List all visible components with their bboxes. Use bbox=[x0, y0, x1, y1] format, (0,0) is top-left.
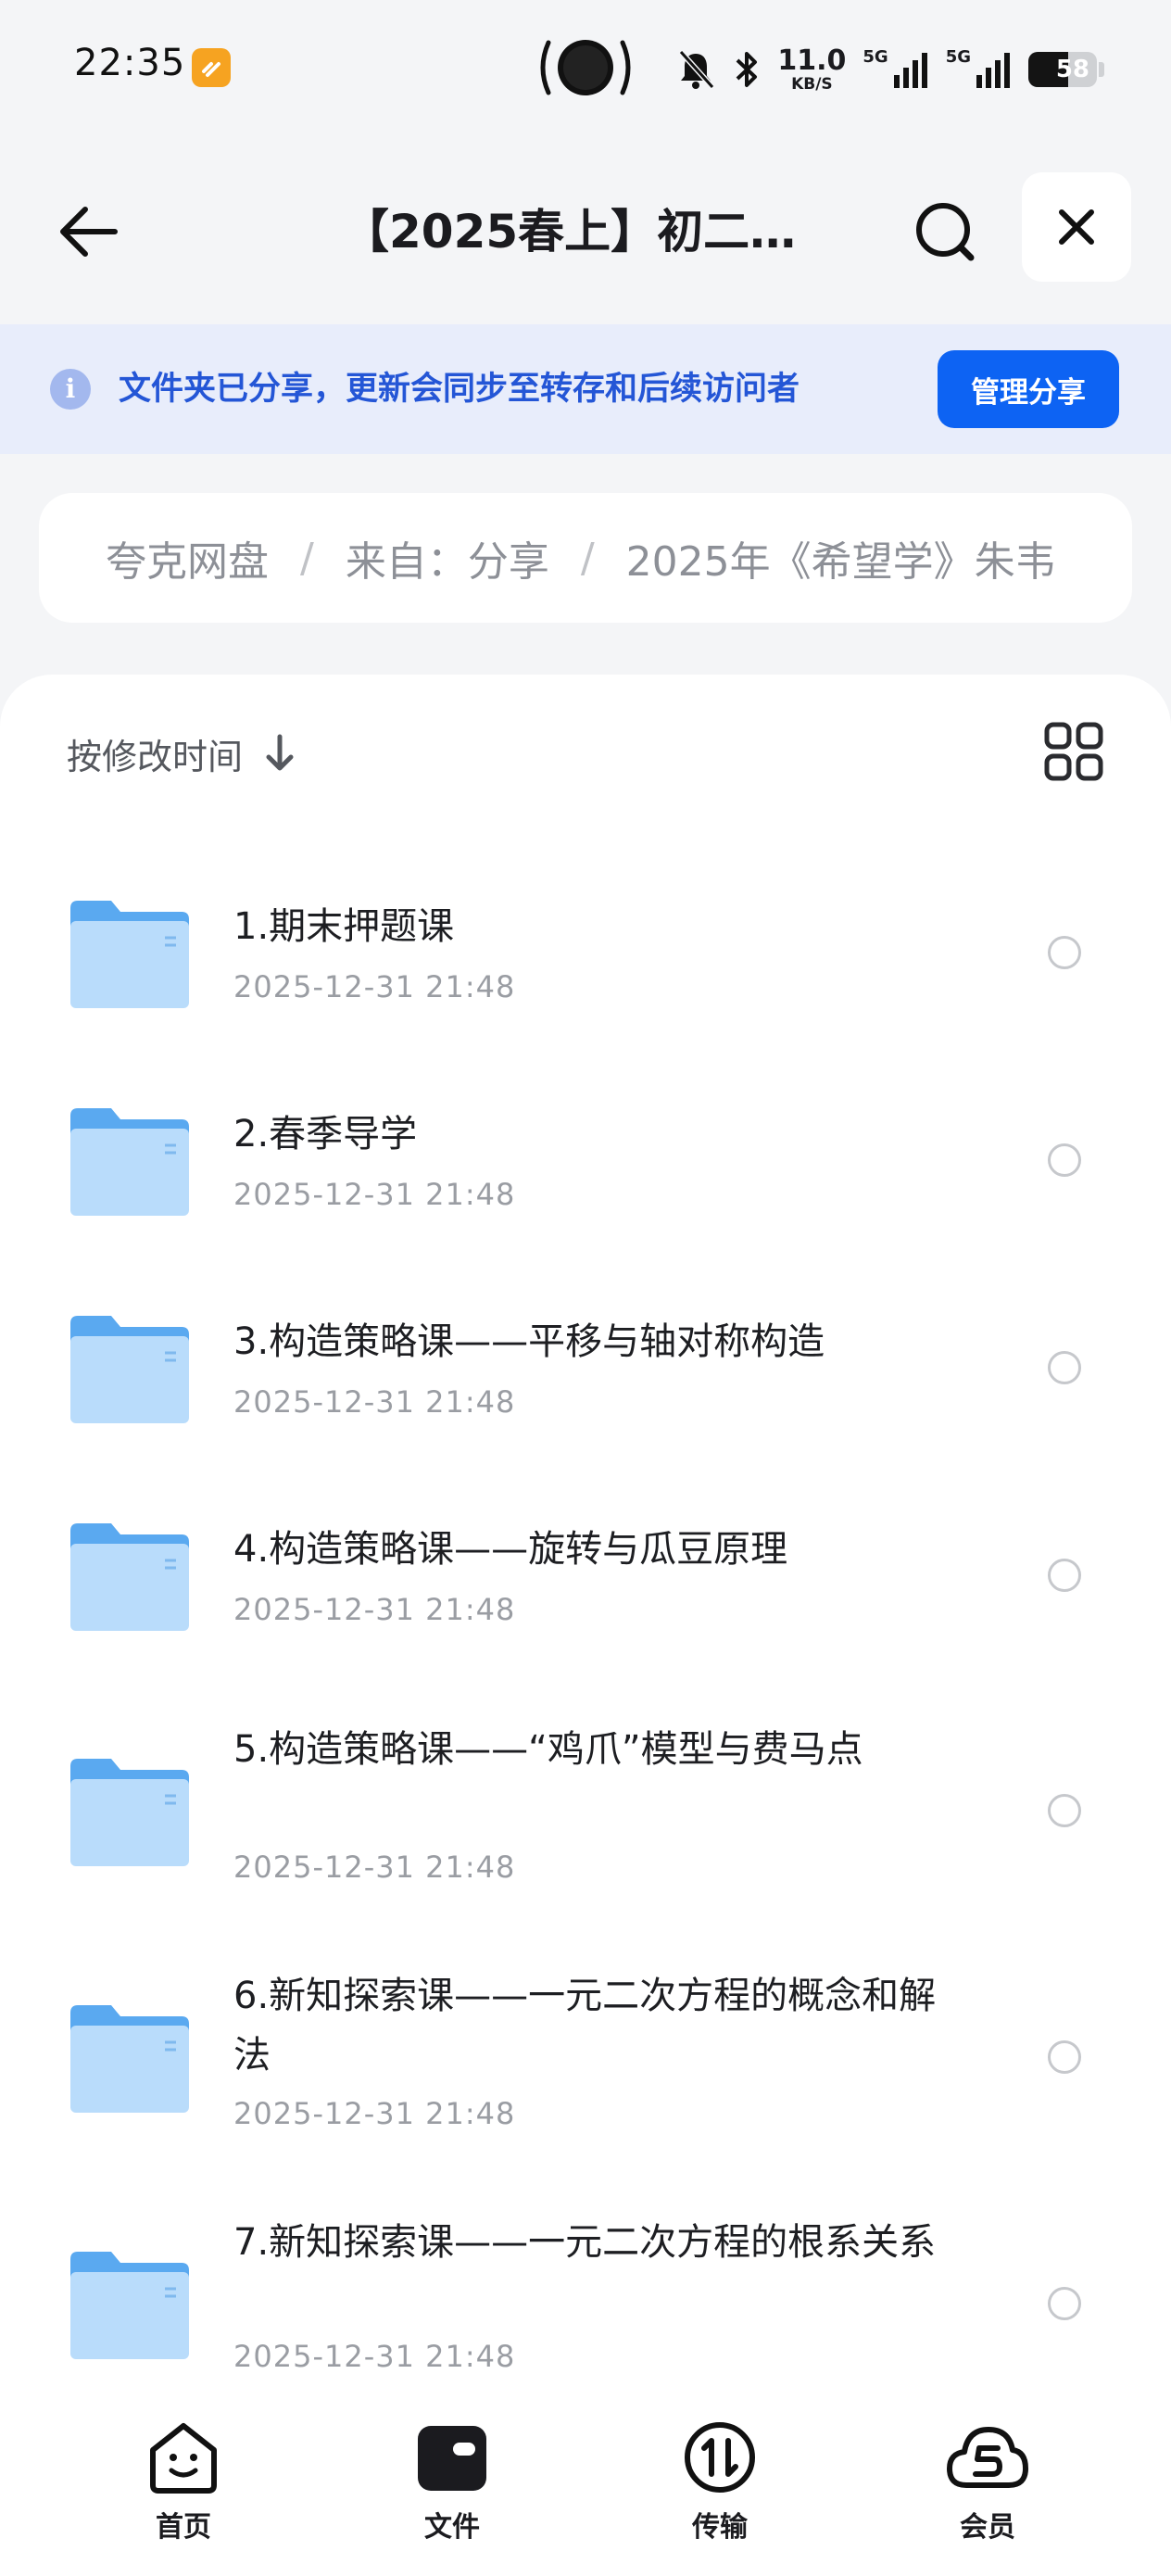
select-checkbox[interactable] bbox=[1048, 936, 1081, 969]
status-icons: 11.0 KB/S 5G 5G 58 bbox=[675, 37, 1104, 102]
camera-cutout-icon bbox=[540, 40, 631, 95]
back-arrow-icon bbox=[60, 207, 118, 257]
file-name: 2.春季导学 bbox=[233, 1113, 418, 1155]
breadcrumb-separator: / bbox=[300, 534, 314, 582]
nav-item-transfer[interactable]: 传输 bbox=[646, 2420, 794, 2559]
info-icon: i bbox=[50, 369, 91, 410]
nav-item-member[interactable]: 会员 bbox=[913, 2420, 1062, 2559]
breadcrumb-trail: 夸克网盘 / 来自：分享 / 2025年《希望学》朱韦 bbox=[106, 493, 1106, 623]
file-row[interactable]: 3.构造策略课——平移与轴对称构造 2025-12-31 21:48 bbox=[0, 1275, 1171, 1460]
file-name: 6.新知探索课——一元二次方程的概念和解法 bbox=[233, 1975, 937, 2077]
signal-1-label: 5G bbox=[863, 46, 888, 67]
file-name: 3.构造策略课——平移与轴对称构造 bbox=[233, 1320, 825, 1363]
select-checkbox[interactable] bbox=[1048, 2040, 1081, 2074]
arrow-down-icon bbox=[266, 734, 294, 771]
folder-icon bbox=[70, 1759, 189, 1866]
net-speed: 11.0 KB/S bbox=[777, 44, 847, 94]
breadcrumb-item-root[interactable]: 夸克网盘 bbox=[106, 528, 269, 587]
file-date: 2025-12-31 21:48 bbox=[233, 1592, 516, 1627]
file-name: 7.新知探索课——一元二次方程的根系关系 bbox=[233, 2221, 937, 2264]
folder-icon bbox=[70, 2005, 189, 2113]
home-face-icon bbox=[150, 2423, 217, 2494]
folder-icon bbox=[70, 1316, 189, 1423]
nav-item-files[interactable]: 文件 bbox=[378, 2420, 526, 2559]
share-banner-text: 文件夹已分享，更新会同步至转存和后续访问者 bbox=[119, 371, 800, 408]
file-date: 2025-12-31 21:48 bbox=[233, 1384, 516, 1420]
breadcrumb-item-current[interactable]: 2025年《希望学》朱韦 bbox=[626, 528, 1056, 587]
file-name: 4.构造策略课——旋转与瓜豆原理 bbox=[233, 1528, 788, 1571]
status-bar: 22:35 11.0 KB/S 5G 5G 58 bbox=[0, 0, 1171, 139]
file-date: 2025-12-31 21:48 bbox=[233, 969, 516, 1004]
net-speed-value: 11.0 bbox=[777, 44, 847, 77]
nav-label-files: 文件 bbox=[424, 2511, 480, 2544]
folder-icon bbox=[70, 901, 189, 1008]
folder-icon bbox=[70, 1108, 189, 1216]
file-name: 1.期末押题课 bbox=[233, 905, 455, 948]
wallet-folder-icon bbox=[418, 2426, 486, 2491]
file-row[interactable]: 7.新知探索课——一元二次方程的根系关系 2025-12-31 21:48 bbox=[0, 2183, 1171, 2391]
file-list-panel: 按修改时间 1.期末押题课 2025-12-31 21:48 2.春季导学 20… bbox=[0, 675, 1171, 2391]
net-speed-unit: KB/S bbox=[791, 74, 833, 94]
folder-icon bbox=[70, 2252, 189, 2359]
transfer-icon bbox=[685, 2422, 755, 2493]
sort-button[interactable]: 按修改时间 bbox=[67, 721, 296, 786]
folder-icon bbox=[70, 1523, 189, 1631]
page-title: 【2025春上】初二… bbox=[343, 205, 797, 259]
quark-drive-folder-page: 22:35 11.0 KB/S 5G 5G 58 【2025春上】初二… i 文… bbox=[0, 0, 1171, 2576]
select-checkbox[interactable] bbox=[1048, 1351, 1081, 1384]
file-name: 5.构造策略课——“鸡爪”模型与费马点 bbox=[233, 1728, 863, 1771]
search-button[interactable] bbox=[903, 195, 987, 269]
breadcrumb-separator: / bbox=[580, 534, 595, 582]
header: 【2025春上】初二… bbox=[0, 167, 1171, 287]
file-row[interactable]: 6.新知探索课——一元二次方程的概念和解法 2025-12-31 21:48 bbox=[0, 1937, 1171, 2178]
file-row[interactable]: 2.春季导学 2025-12-31 21:48 bbox=[0, 1067, 1171, 1253]
close-icon bbox=[1059, 209, 1094, 245]
file-date: 2025-12-31 21:48 bbox=[233, 1850, 516, 1885]
battery-cap bbox=[1099, 62, 1104, 77]
search-icon bbox=[916, 203, 975, 261]
breadcrumb: 夸克网盘 / 来自：分享 / 2025年《希望学》朱韦 bbox=[39, 493, 1132, 623]
nav-label-transfer: 传输 bbox=[692, 2511, 748, 2544]
share-banner: i 文件夹已分享，更新会同步至转存和后续访问者 管理分享 bbox=[0, 324, 1171, 454]
file-row[interactable]: 1.期末押题课 2025-12-31 21:48 bbox=[0, 860, 1171, 1045]
battery-icon: 58 bbox=[1028, 52, 1097, 87]
select-checkbox[interactable] bbox=[1048, 1143, 1081, 1177]
manage-share-button[interactable]: 管理分享 bbox=[938, 350, 1119, 428]
file-row[interactable]: 4.构造策略课——旋转与瓜豆原理 2025-12-31 21:48 bbox=[0, 1483, 1171, 1668]
member-cloud-icon bbox=[947, 2427, 1028, 2488]
bottom-nav: 首页 文件 传输 会员 bbox=[0, 2391, 1171, 2576]
file-date: 2025-12-31 21:48 bbox=[233, 2339, 516, 2374]
nav-item-home[interactable]: 首页 bbox=[109, 2420, 258, 2559]
nav-label-home: 首页 bbox=[156, 2511, 211, 2544]
close-button[interactable] bbox=[1022, 172, 1131, 282]
select-checkbox[interactable] bbox=[1048, 1794, 1081, 1827]
signal-2-label: 5G bbox=[945, 46, 971, 67]
battery-level: 58 bbox=[1055, 56, 1089, 83]
file-row[interactable]: 5.构造策略课——“鸡爪”模型与费马点 2025-12-31 21:48 bbox=[0, 1690, 1171, 1931]
sort-label: 按修改时间 bbox=[67, 736, 244, 777]
back-button[interactable] bbox=[46, 195, 130, 269]
breadcrumb-item-share[interactable]: 来自：分享 bbox=[346, 528, 549, 587]
mute-bell-icon bbox=[679, 49, 715, 90]
select-checkbox[interactable] bbox=[1048, 2287, 1081, 2320]
file-date: 2025-12-31 21:48 bbox=[233, 2096, 516, 2131]
signal-icon-2 bbox=[976, 53, 1010, 88]
bluetooth-icon bbox=[736, 52, 758, 87]
signal-icon bbox=[893, 53, 927, 88]
file-date: 2025-12-31 21:48 bbox=[233, 1177, 516, 1212]
status-time: 22:35 bbox=[74, 42, 186, 84]
nav-label-member: 会员 bbox=[960, 2511, 1015, 2544]
grid-view-icon[interactable] bbox=[1043, 721, 1104, 782]
app-badge-icon bbox=[192, 48, 231, 87]
select-checkbox[interactable] bbox=[1048, 1559, 1081, 1592]
